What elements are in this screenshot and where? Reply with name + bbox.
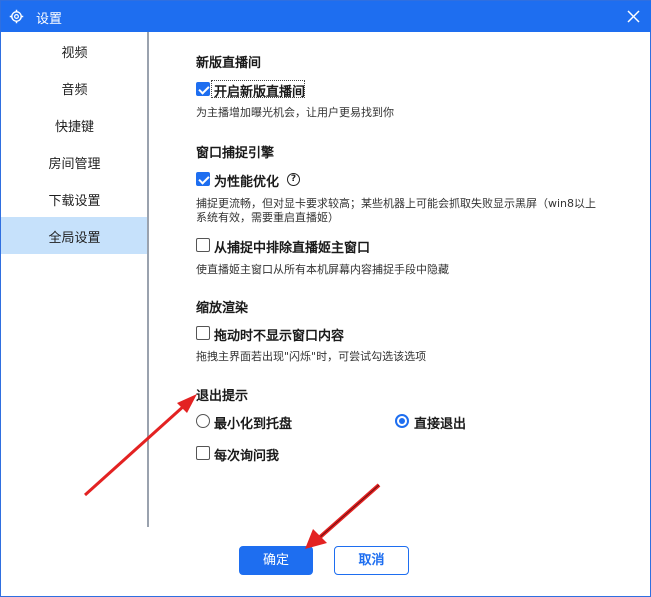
optimize-description-line1: 捕捉更流畅，但对显卡要求较高；某些机器上可能会抓取失败显示黑屏（win8以上	[196, 197, 597, 210]
checkbox-label: 从捕捉中排除直播姬主窗口	[214, 241, 371, 256]
checkbox-label: 为性能优化	[214, 175, 280, 190]
gear-icon	[9, 9, 24, 24]
annotation-arrow-confirm	[305, 483, 381, 549]
sidebar-item-global-settings[interactable]: 全局设置	[1, 217, 148, 254]
section-title-capture: 窗口捕捉引擎	[196, 146, 275, 161]
sidebar-divider	[147, 32, 149, 527]
sidebar-item-audio[interactable]: 音频	[1, 69, 148, 106]
exclude-description: 使直播姬主窗口从所有本机屏幕内容捕捉手段中隐藏	[196, 263, 449, 276]
section-title-render: 缩放渲染	[196, 301, 249, 316]
drag-description: 拖拽主界面若出现"闪烁"时，可尝试勾选该选项	[196, 350, 427, 363]
sidebar-item-shortcuts[interactable]: 快捷键	[1, 106, 148, 143]
section-title-new-live: 新版直播间	[196, 56, 262, 71]
checkbox-box[interactable]	[196, 238, 210, 252]
sidebar-item-label: 全局设置	[48, 231, 101, 246]
help-icon[interactable]: ?	[287, 173, 300, 186]
minimize-to-tray-label[interactable]: 最小化到托盘	[214, 413, 292, 432]
optimize-description-line2: 系统有效，需要重启直播姬）	[196, 211, 339, 224]
minimize-to-tray-radio[interactable]	[196, 414, 210, 428]
checkbox-box[interactable]	[196, 326, 210, 340]
confirm-button[interactable]: 确定	[239, 546, 313, 575]
checkbox-box[interactable]	[196, 172, 210, 186]
checkbox-box[interactable]	[196, 82, 210, 96]
sidebar-item-label: 视频	[61, 46, 88, 61]
sidebar-item-label: 音频	[61, 83, 88, 98]
checkbox-label: 拖动时不显示窗口内容	[214, 329, 345, 344]
window-title: 设置	[36, 12, 63, 27]
sidebar-item-video[interactable]: 视频	[1, 32, 148, 69]
close-icon[interactable]	[625, 8, 642, 25]
settings-window: 设置 视频 音频 快捷键 房间管理 下载设置 全局设置 新版直播间 开启新版直播…	[0, 0, 651, 597]
section-title-exit: 退出提示	[196, 389, 249, 404]
sidebar-item-label: 房间管理	[48, 157, 101, 172]
sidebar-item-download-settings[interactable]: 下载设置	[1, 180, 148, 217]
sidebar-item-label: 下载设置	[48, 194, 101, 209]
focus-outline	[211, 80, 305, 98]
checkbox-label: 每次询问我	[214, 449, 280, 464]
checkbox-box[interactable]	[196, 446, 210, 460]
sidebar-item-room-management[interactable]: 房间管理	[1, 143, 148, 180]
sidebar-item-label: 快捷键	[54, 120, 94, 135]
sidebar: 视频 音频 快捷键 房间管理 下载设置 全局设置	[1, 32, 148, 527]
title-bar: 设置	[1, 1, 651, 32]
cancel-button[interactable]: 取消	[334, 546, 409, 575]
new-live-description: 为主播增加曝光机会，让用户更易找到你	[196, 106, 394, 119]
exit-directly-radio[interactable]	[395, 414, 409, 428]
exit-directly-label[interactable]: 直接退出	[414, 413, 466, 432]
